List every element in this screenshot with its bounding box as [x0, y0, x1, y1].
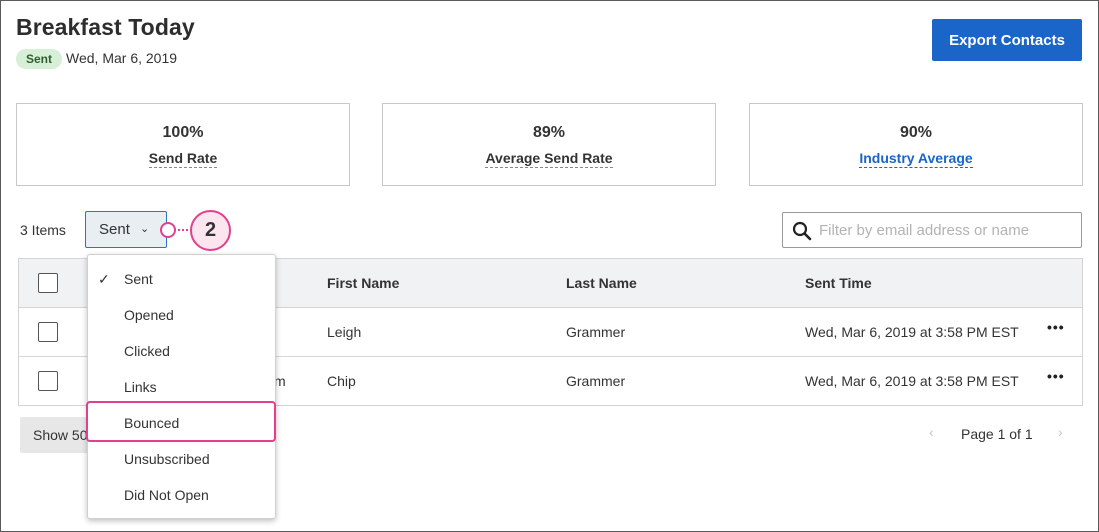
- search-input[interactable]: [819, 219, 1069, 241]
- stat-value: 89%: [532, 124, 566, 141]
- export-contacts-button[interactable]: Export Contacts: [932, 19, 1082, 61]
- previous-page-icon[interactable]: ‹: [929, 424, 934, 440]
- checkmark-icon: ✓: [98, 271, 110, 287]
- callout-number: 2: [190, 210, 231, 251]
- callout-anchor-dot: [160, 222, 176, 238]
- stat-label: Average Send Rate: [485, 150, 613, 168]
- bounced-highlight-box: [86, 401, 276, 442]
- stat-label: Send Rate: [148, 150, 218, 168]
- last-name-cell: Grammer: [566, 324, 626, 340]
- dropdown-item-label: Links: [124, 379, 157, 395]
- dropdown-item-sent[interactable]: ✓ Sent: [88, 261, 275, 297]
- dropdown-item-links[interactable]: Links: [88, 369, 275, 405]
- status-filter-select[interactable]: Sent ⌄: [85, 211, 167, 248]
- dropdown-item-label: Clicked: [124, 343, 170, 359]
- dropdown-item-opened[interactable]: Opened: [88, 297, 275, 333]
- search-icon: [792, 221, 812, 241]
- stat-industry-average: 90% Industry Average: [749, 103, 1083, 186]
- items-count: 3 Items: [20, 222, 66, 238]
- first-name-cell: Leigh: [327, 324, 362, 340]
- more-actions-icon[interactable]: •••: [1047, 319, 1065, 335]
- dropdown-item-label: Unsubscribed: [124, 451, 210, 467]
- dropdown-item-label: Did Not Open: [124, 487, 209, 503]
- last-name-cell: Grammer: [566, 373, 626, 389]
- select-all-checkbox[interactable]: [38, 273, 58, 293]
- page-title: Breakfast Today: [16, 14, 195, 40]
- sent-time-cell: Wed, Mar 6, 2019 at 3:58 PM EST: [805, 373, 1019, 389]
- stat-value: 90%: [899, 124, 933, 141]
- stat-value: 100%: [162, 124, 204, 141]
- row-checkbox[interactable]: [38, 322, 58, 342]
- status-badge: Sent: [16, 49, 63, 69]
- first-name-cell: Chip: [327, 373, 356, 389]
- dropdown-item-did-not-open[interactable]: Did Not Open: [88, 477, 275, 513]
- dropdown-item-clicked[interactable]: Clicked: [88, 333, 275, 369]
- sent-time-cell: Wed, Mar 6, 2019 at 3:58 PM EST: [805, 324, 1019, 340]
- dropdown-item-unsubscribed[interactable]: Unsubscribed: [88, 441, 275, 477]
- dropdown-item-label: Opened: [124, 307, 174, 323]
- search-box[interactable]: [782, 212, 1082, 248]
- dropdown-item-label: Sent: [124, 271, 153, 287]
- status-filter-dropdown: ✓ Sent Opened Clicked Links Bounced Unsu…: [87, 254, 276, 519]
- chevron-down-icon: ⌄: [140, 223, 150, 235]
- page-indicator: Page 1 of 1: [961, 426, 1033, 442]
- stat-send-rate: 100% Send Rate: [16, 103, 350, 186]
- column-last-name[interactable]: Last Name: [566, 275, 637, 291]
- next-page-icon[interactable]: ›: [1058, 424, 1063, 440]
- industry-average-link[interactable]: Industry Average: [750, 150, 1082, 168]
- column-sent-time[interactable]: Sent Time: [805, 275, 872, 291]
- row-checkbox[interactable]: [38, 371, 58, 391]
- status-filter-value: Sent: [99, 221, 130, 238]
- sent-date: Wed, Mar 6, 2019: [66, 50, 178, 66]
- stat-average-send-rate: 89% Average Send Rate: [382, 103, 716, 186]
- column-first-name[interactable]: First Name: [327, 275, 399, 291]
- more-actions-icon[interactable]: •••: [1047, 368, 1065, 384]
